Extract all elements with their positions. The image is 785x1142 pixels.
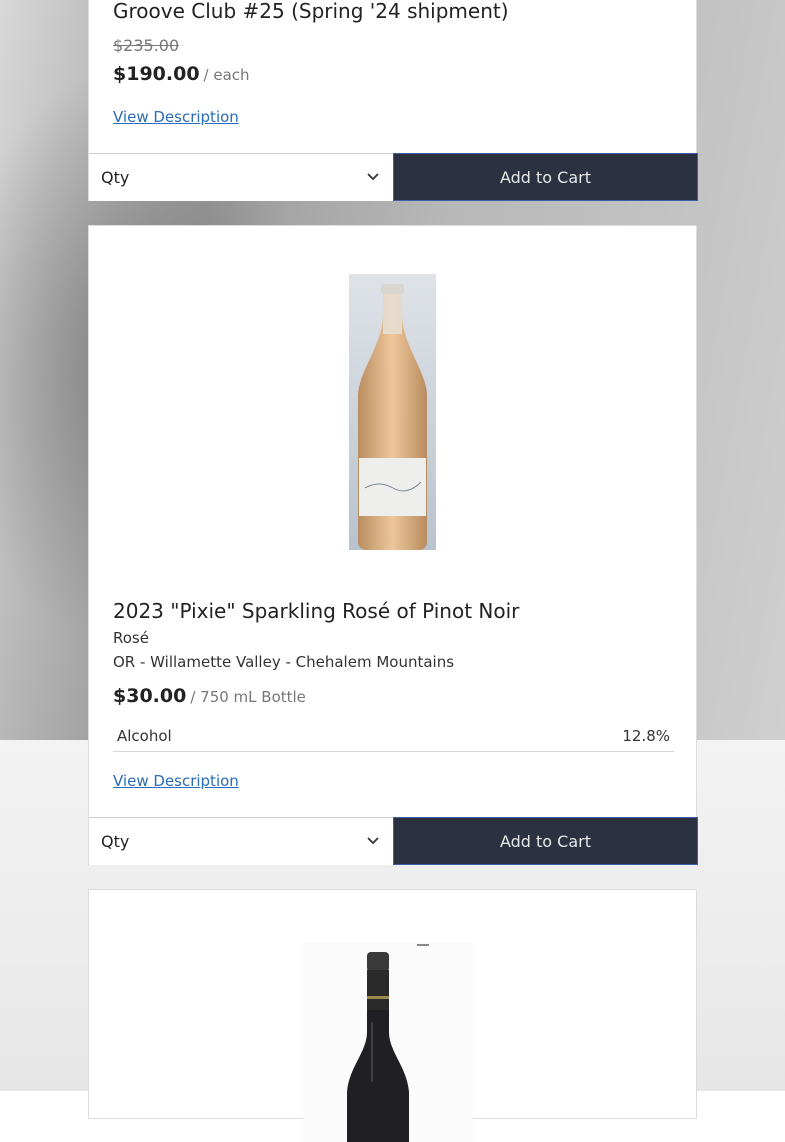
- wine-region: OR - Willamette Valley - Chehalem Mounta…: [113, 653, 455, 671]
- attribute-value: 12.8%: [622, 727, 670, 745]
- price-unit: / 750 mL Bottle: [190, 688, 306, 706]
- qty-select[interactable]: Qty: [89, 817, 394, 865]
- product-title: 2023 "Pixie" Sparkling Rosé of Pinot Noi…: [113, 599, 520, 623]
- qty-label: Qty: [101, 832, 130, 851]
- chevron-down-icon: [367, 837, 379, 845]
- view-description-link[interactable]: View Description: [113, 772, 239, 790]
- product-title: Groove Club #25 (Spring '24 shipment): [113, 0, 509, 23]
- add-to-cart-button[interactable]: Add to Cart: [393, 153, 698, 201]
- attribute-row-alcohol: Alcohol 12.8%: [113, 725, 674, 752]
- product-card: [88, 889, 697, 1142]
- wine-type: Rosé: [113, 629, 149, 647]
- price-unit: / each: [203, 66, 250, 84]
- price-row: $30.00/ 750 mL Bottle: [113, 685, 306, 707]
- original-price: $235.00: [113, 36, 180, 55]
- chevron-down-icon: [367, 173, 379, 181]
- product-card: Groove Club #25 (Spring '24 shipment) $2…: [88, 0, 698, 201]
- price: $30.00: [113, 685, 187, 707]
- red-wine-bottle-image: [303, 942, 473, 1142]
- view-description-link[interactable]: View Description: [113, 108, 239, 126]
- price: $190.00: [113, 63, 200, 85]
- qty-label: Qty: [101, 168, 130, 187]
- qty-select[interactable]: Qty: [89, 153, 394, 201]
- attribute-label: Alcohol: [117, 727, 172, 745]
- rose-wine-bottle-image: [349, 274, 436, 550]
- product-card: 2023 "Pixie" Sparkling Rosé of Pinot Noi…: [88, 225, 698, 865]
- add-to-cart-button[interactable]: Add to Cart: [393, 817, 698, 865]
- price-row: $190.00/ each: [113, 63, 250, 85]
